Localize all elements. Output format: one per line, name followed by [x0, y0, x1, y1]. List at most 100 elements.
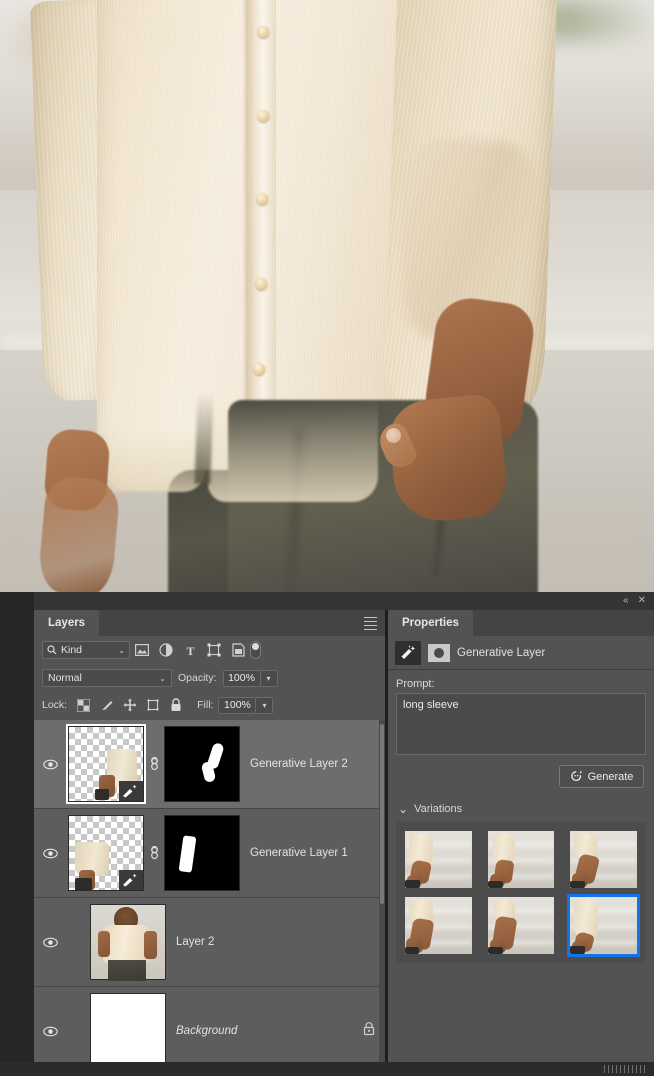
variation-thumbnail[interactable]	[487, 897, 555, 954]
layer-thumbnail[interactable]	[68, 815, 144, 892]
properties-title: Generative Layer	[457, 646, 546, 659]
opacity-stepper[interactable]: ▾	[260, 669, 278, 687]
properties-header: Generative Layer	[388, 636, 654, 670]
fill-label: Fill:	[197, 699, 214, 711]
photo-shirt-button	[256, 278, 267, 290]
variations-label: Variations	[414, 803, 463, 815]
layer-list[interactable]: Generative Layer 2 Generative Layer 1 Laye…	[34, 720, 385, 1076]
tab-layers[interactable]: Layers	[34, 610, 100, 636]
variations-header[interactable]: ⌄ Variations	[388, 788, 654, 822]
shape-layer-filter-icon[interactable]	[202, 640, 226, 660]
eye-icon	[42, 759, 58, 769]
properties-tabstrip: Properties	[388, 610, 654, 636]
filter-enable-toggle[interactable]	[250, 641, 261, 659]
pixel-layer-filter-icon[interactable]	[130, 640, 154, 660]
opacity-control[interactable]: 100% ▾	[222, 669, 278, 687]
properties-panel: Properties Generative Layer Prompt: long…	[388, 610, 654, 1076]
layer-thumbnail[interactable]	[90, 904, 166, 981]
photo-shirt-button	[254, 363, 265, 375]
variation-thumbnail[interactable]	[570, 831, 637, 888]
blend-mode-select[interactable]: Normal ⌄	[42, 669, 172, 687]
mask-link-icon[interactable]	[144, 755, 164, 773]
layer-visibility-toggle[interactable]	[34, 759, 66, 770]
variation-thumbnail[interactable]	[405, 831, 472, 888]
variation-dark-object	[570, 946, 586, 954]
generative-badge-icon	[123, 784, 137, 798]
variation-dark-object	[487, 881, 503, 888]
search-icon	[47, 645, 57, 655]
layer-visibility-toggle[interactable]	[34, 937, 66, 948]
variation-thumbnail[interactable]	[567, 894, 640, 957]
photo-shirt-button	[258, 26, 269, 38]
tab-properties[interactable]: Properties	[388, 610, 473, 636]
lock-transparent-pixels-icon[interactable]	[72, 695, 95, 715]
panel-dock: « ✕ Layers Kind ⌄ T Normal ⌄ Opacity: 10…	[0, 592, 654, 1076]
sparkle-icon	[570, 770, 582, 782]
photo-left-hand	[37, 474, 121, 592]
layers-scrollbar[interactable]	[379, 720, 385, 1076]
variation-dark-object	[405, 947, 419, 954]
generative-fill-icon[interactable]	[395, 640, 421, 665]
layer-name[interactable]: Background	[176, 1025, 237, 1037]
generate-button[interactable]: Generate	[559, 765, 644, 788]
layer-mask-thumbnail[interactable]	[164, 815, 240, 891]
opacity-input[interactable]: 100%	[222, 669, 261, 687]
generative-badge	[119, 870, 143, 890]
layer-name[interactable]: Generative Layer 2	[250, 758, 348, 770]
svg-text:T: T	[186, 644, 194, 657]
layer-row[interactable]: Generative Layer 1	[34, 809, 385, 898]
lock-image-pixels-icon[interactable]	[95, 695, 118, 715]
filter-kind-label: Kind	[61, 644, 83, 656]
generative-badge	[119, 781, 143, 801]
layer-name[interactable]: Layer 2	[176, 936, 214, 948]
close-icon[interactable]: ✕	[638, 596, 646, 606]
adjustment-layer-filter-icon[interactable]	[154, 640, 178, 660]
variation-dark-object	[570, 881, 586, 888]
prompt-label: Prompt:	[396, 678, 435, 690]
variation-thumbnail[interactable]	[487, 831, 555, 888]
blend-mode-row: Normal ⌄ Opacity: 100% ▾	[34, 664, 385, 692]
fill-control[interactable]: 100% ▾	[218, 696, 274, 714]
lock-icon	[363, 1022, 375, 1036]
document-photo	[0, 0, 654, 592]
lock-position-icon[interactable]	[118, 695, 141, 715]
generative-badge-icon	[123, 873, 137, 887]
resize-grip[interactable]	[604, 1065, 648, 1073]
layer-row[interactable]: Generative Layer 2	[34, 720, 385, 809]
variations-grid[interactable]	[396, 822, 646, 963]
layer-filter-row: Kind ⌄ T	[34, 636, 385, 664]
photo-shirt-button	[258, 110, 269, 122]
link-mask-icon	[150, 756, 158, 771]
photo-shirt-button	[257, 193, 268, 205]
filter-kind-select[interactable]: Kind ⌄	[42, 641, 130, 659]
collapse-panels-icon[interactable]: «	[623, 596, 628, 606]
chevron-down-icon: ⌄	[398, 802, 409, 816]
photo-shirt-hem-split	[194, 391, 214, 485]
fill-input[interactable]: 100%	[218, 696, 257, 714]
layer-visibility-toggle[interactable]	[34, 848, 66, 859]
variation-thumbnail[interactable]	[405, 897, 472, 954]
blend-mode-value: Normal	[48, 672, 82, 684]
layer-row[interactable]: Layer 2	[34, 898, 385, 987]
layer-name[interactable]: Generative Layer 1	[250, 847, 348, 859]
link-mask-icon	[150, 845, 158, 860]
photo-shirt-hem-right	[208, 400, 378, 502]
panel-menu-icon[interactable]	[364, 617, 377, 630]
chevron-down-icon: ⌄	[159, 673, 166, 683]
type-layer-filter-icon[interactable]: T	[178, 640, 202, 660]
eye-icon	[42, 937, 58, 947]
lock-all-icon[interactable]	[164, 695, 187, 715]
layer-lock-icon[interactable]	[363, 1022, 375, 1041]
fill-stepper[interactable]: ▾	[256, 696, 274, 714]
variation-dark-object	[405, 880, 420, 888]
layer-thumbnail[interactable]	[90, 993, 166, 1069]
lock-artboard-nesting-icon[interactable]	[141, 695, 164, 715]
layer-mask-thumbnail[interactable]	[428, 643, 450, 662]
layer-thumbnail[interactable]	[66, 724, 146, 804]
layer-visibility-toggle[interactable]	[34, 1026, 66, 1037]
mask-link-icon[interactable]	[144, 844, 164, 862]
prompt-input[interactable]: long sleeve	[396, 693, 646, 755]
document-canvas[interactable]	[0, 0, 654, 592]
smart-object-filter-icon[interactable]	[226, 640, 250, 660]
layer-mask-thumbnail[interactable]	[164, 726, 240, 802]
